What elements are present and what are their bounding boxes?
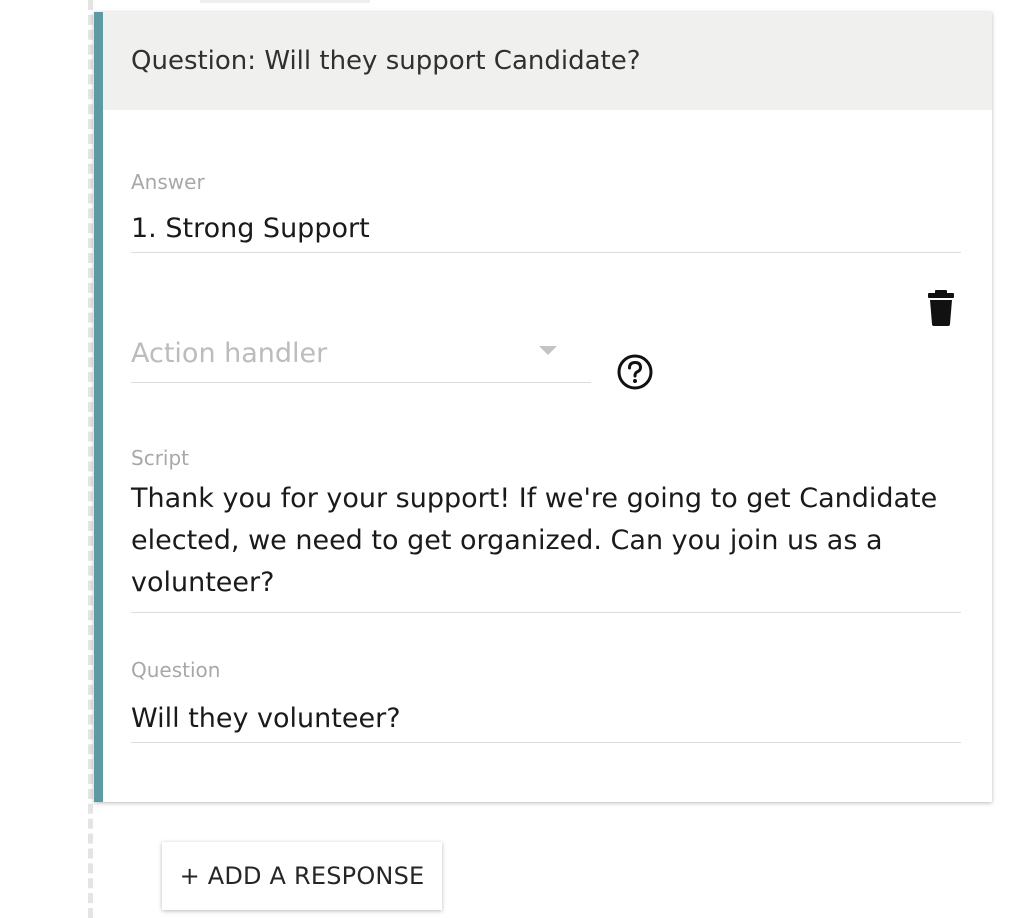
tree-connector-line bbox=[88, 0, 93, 918]
answer-label: Answer bbox=[131, 170, 205, 194]
interaction-step-editor: Question: Will they support Candidate? A… bbox=[0, 0, 1020, 918]
script-value: Thank you for your support! If we're goi… bbox=[131, 483, 938, 598]
add-response-button[interactable]: + ADD A RESPONSE bbox=[162, 842, 442, 910]
chevron-down-icon bbox=[539, 346, 557, 355]
action-handler-select[interactable]: Action handler bbox=[131, 338, 591, 383]
add-response-label: + ADD A RESPONSE bbox=[179, 862, 425, 890]
card-header[interactable]: Question: Will they support Candidate? bbox=[103, 12, 992, 110]
response-card: Question: Will they support Candidate? A… bbox=[94, 12, 992, 802]
previous-card-edge bbox=[200, 0, 370, 3]
script-field[interactable]: Thank you for your support! If we're goi… bbox=[131, 478, 961, 613]
answer-field[interactable]: 1. Strong Support bbox=[131, 208, 961, 253]
action-handler-placeholder: Action handler bbox=[131, 338, 328, 369]
card-header-title: Question: Will they support Candidate? bbox=[131, 46, 641, 76]
question-value: Will they volunteer? bbox=[131, 703, 401, 734]
trash-icon[interactable] bbox=[927, 290, 955, 326]
answer-value: 1. Strong Support bbox=[131, 213, 370, 244]
help-circle-icon[interactable] bbox=[617, 354, 653, 390]
question-field[interactable]: Will they volunteer? bbox=[131, 698, 961, 743]
script-label: Script bbox=[131, 446, 190, 470]
question-label: Question bbox=[131, 658, 221, 682]
